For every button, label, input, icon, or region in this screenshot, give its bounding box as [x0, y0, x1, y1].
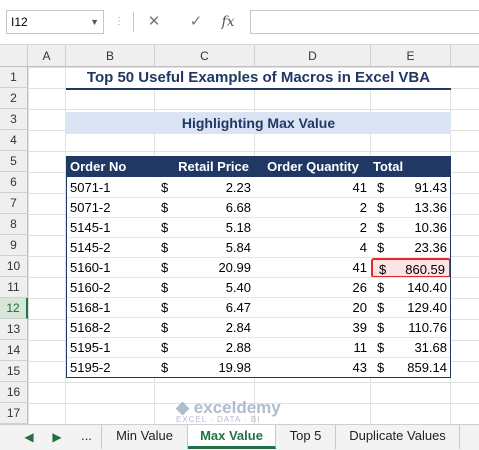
cancel-icon[interactable]: ✕	[142, 10, 166, 34]
formula-bar: I12 ▼ ⋮ ✕ ✓ fx	[0, 0, 479, 45]
tab-min-value[interactable]: Min Value	[102, 425, 188, 449]
column-header-a[interactable]: A	[28, 45, 66, 67]
watermark-logo: ◆ exceldemy EXCEL · DATA · BI	[176, 398, 281, 424]
tab-duplicate-values[interactable]: Duplicate Values	[336, 425, 460, 449]
column-header-d[interactable]: D	[255, 45, 371, 67]
name-box[interactable]: I12 ▼	[6, 10, 104, 34]
column-header-c[interactable]: C	[155, 45, 255, 67]
row-header-13[interactable]: 13	[0, 319, 28, 340]
row-header-6[interactable]: 6	[0, 172, 28, 193]
enter-icon[interactable]: ✓	[184, 10, 208, 34]
sheet-title: Top 50 Useful Examples of Macros in Exce…	[66, 68, 451, 90]
formula-input[interactable]	[250, 10, 479, 34]
row-header-7[interactable]: 7	[0, 193, 28, 214]
row-header-5[interactable]: 5	[0, 151, 28, 172]
row-header-8[interactable]: 8	[0, 214, 28, 235]
row-header-14[interactable]: 14	[0, 340, 28, 361]
row-header-3[interactable]: 3	[0, 109, 28, 130]
tab-max-value[interactable]: Max Value	[188, 425, 276, 449]
column-header-f[interactable]	[451, 45, 479, 67]
row-header-4[interactable]: 4	[0, 130, 28, 151]
column-header-e[interactable]: E	[371, 45, 451, 67]
scroll-right-icon[interactable]: ▶	[46, 428, 68, 446]
insert-function-icon[interactable]: fx	[216, 10, 240, 34]
row-header-2[interactable]: 2	[0, 88, 28, 109]
more-sheets-button[interactable]: ...	[72, 425, 102, 449]
tab-top-5[interactable]: Top 5	[276, 425, 336, 449]
row-header-9[interactable]: 9	[0, 235, 28, 256]
drag-handle-icon[interactable]: ⋮	[114, 16, 124, 27]
row-header-11[interactable]: 11	[0, 277, 28, 298]
scroll-left-icon[interactable]: ◀	[18, 428, 40, 446]
row-header-17[interactable]: 17	[0, 403, 28, 424]
row-header-15[interactable]: 15	[0, 361, 28, 382]
column-header-b[interactable]: B	[66, 45, 155, 67]
row-header-1[interactable]: 1	[0, 67, 28, 88]
select-all-corner[interactable]	[0, 45, 28, 67]
row-header-16[interactable]: 16	[0, 382, 28, 403]
sheet-tab-bar: ◀ ▶ ... Min Value Max Value Top 5 Duplic…	[0, 424, 479, 450]
row-header-10[interactable]: 10	[0, 256, 28, 277]
sheet-subtitle: Highlighting Max Value	[66, 112, 451, 134]
name-box-value: I12	[11, 15, 28, 29]
divider	[133, 12, 134, 32]
chevron-down-icon[interactable]: ▼	[90, 11, 99, 33]
row-header-12[interactable]: 12	[0, 298, 28, 319]
table-border	[66, 156, 451, 378]
